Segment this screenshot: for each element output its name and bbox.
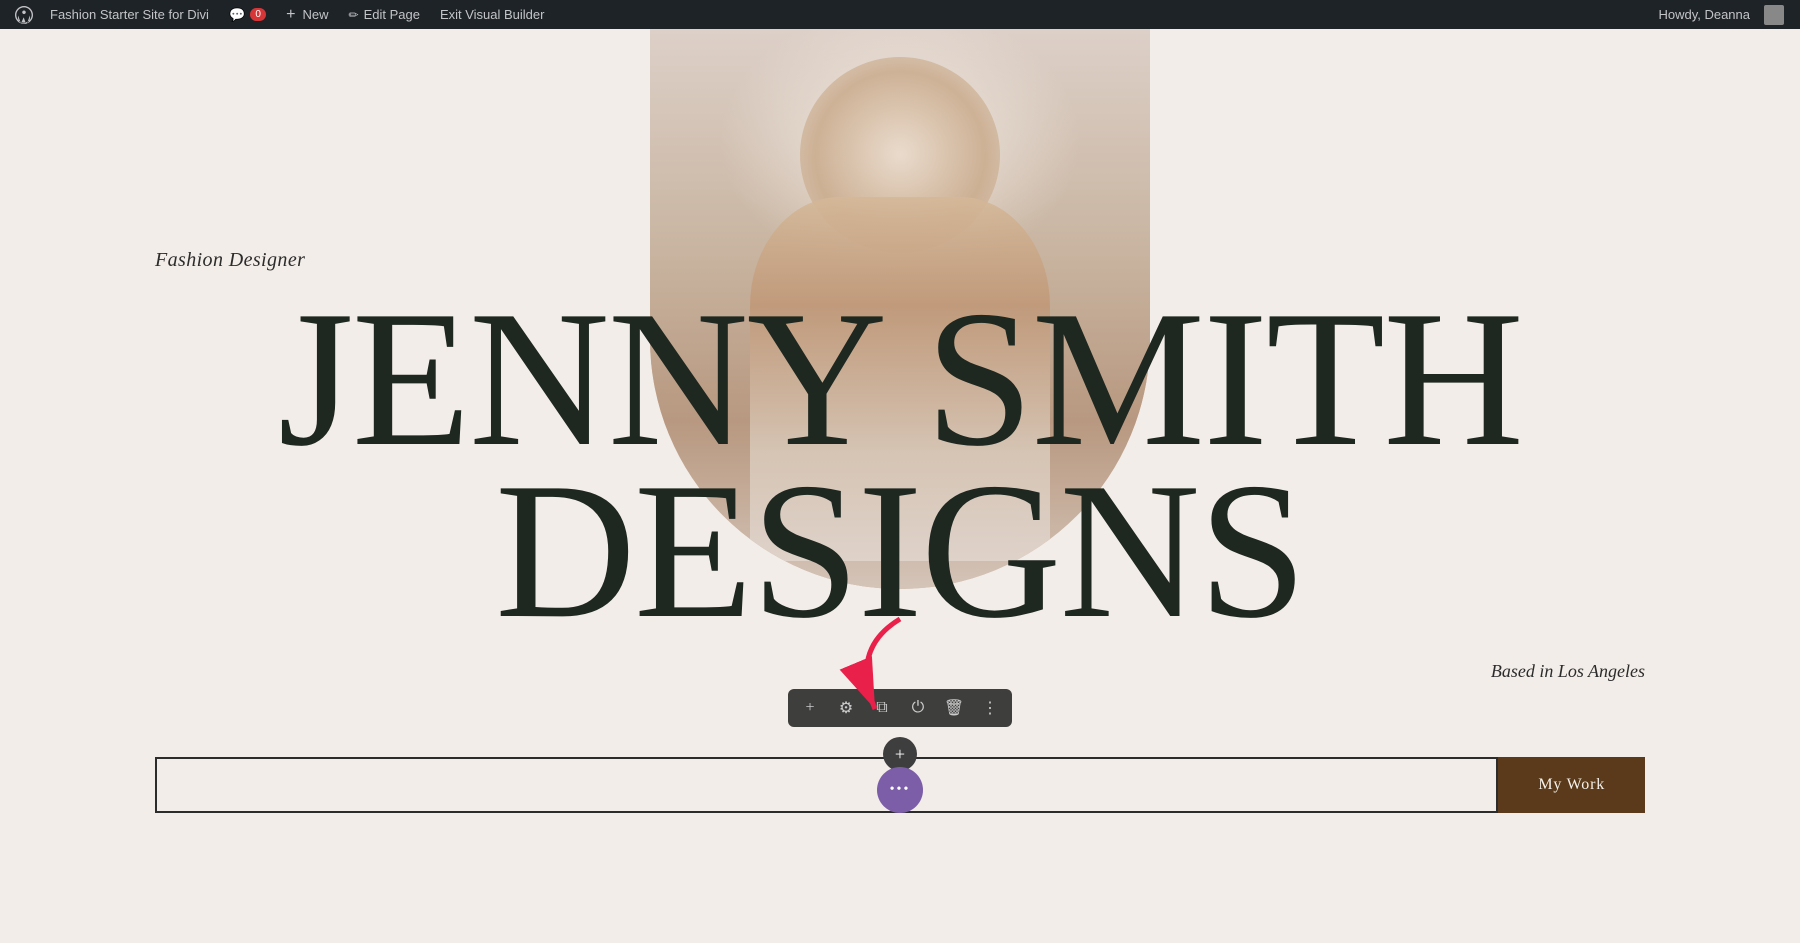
comments-link[interactable]: 💬 0 [219, 0, 276, 29]
trash-icon: 🗑 [944, 698, 964, 718]
site-name[interactable]: Fashion Starter Site for Divi [40, 0, 219, 29]
based-in-label: Based in Los Angeles [1491, 661, 1645, 682]
plus-icon: + [805, 699, 814, 717]
divi-dots-button[interactable] [877, 767, 923, 813]
user-avatar[interactable] [1764, 5, 1784, 25]
edit-page-button[interactable]: ✏ Edit Page [339, 0, 430, 29]
email-input[interactable] [155, 757, 1498, 813]
hero-title: JENNY SMITH DESIGNS [0, 294, 1800, 637]
new-button[interactable]: + New [276, 0, 338, 29]
admin-bar-right: Howdy, Deanna [1648, 5, 1792, 25]
divi-add-row-button[interactable]: + [883, 737, 917, 771]
toolbar-disable-button[interactable]: ⏻ [900, 691, 936, 725]
duplicate-icon: ⧉ [876, 699, 887, 717]
wordpress-logo[interactable] [8, 0, 40, 29]
plus-icon: + [895, 744, 905, 765]
exit-visual-builder-button[interactable]: Exit Visual Builder [430, 0, 555, 29]
howdy-label[interactable]: Howdy, Deanna [1648, 7, 1760, 22]
admin-bar: Fashion Starter Site for Divi 💬 0 + New … [0, 0, 1800, 29]
hero-title-line1: JENNY SMITH [0, 294, 1800, 466]
my-work-button[interactable]: My Work [1498, 757, 1645, 813]
more-icon: ⋮ [982, 698, 998, 718]
divi-toolbar: + ⚙ ⧉ ⏻ 🗑 ⋮ [788, 689, 1012, 727]
toolbar-more-button[interactable]: ⋮ [972, 691, 1008, 725]
page-wrapper: Fashion Designer JENNY SMITH DESIGNS Bas… [0, 29, 1800, 943]
toolbar-settings-button[interactable]: ⚙ [828, 691, 864, 725]
pencil-icon: ✏ [349, 8, 359, 22]
plus-icon: + [286, 6, 295, 24]
hero-title-line2: DESIGNS [0, 466, 1800, 638]
gear-icon: ⚙ [839, 698, 853, 718]
toolbar-delete-button[interactable]: 🗑 [936, 691, 972, 725]
toolbar-duplicate-button[interactable]: ⧉ [864, 691, 900, 725]
power-icon: ⏻ [912, 699, 925, 717]
toolbar-add-button[interactable]: + [792, 691, 828, 725]
fashion-designer-label: Fashion Designer [155, 249, 305, 272]
